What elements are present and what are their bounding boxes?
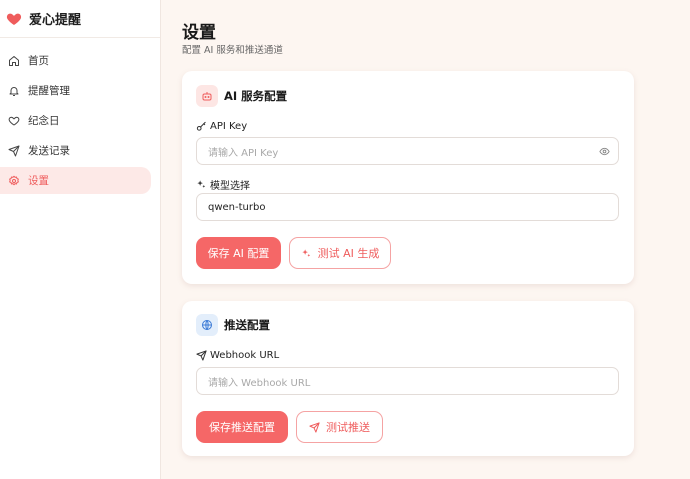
webhook-label: Webhook URL [196,350,279,361]
sparkle-icon [301,248,312,259]
sidebar-item-label: 提醒管理 [28,85,70,97]
ai-card-title: AI 服务配置 [224,89,288,103]
save-push-config-button[interactable]: 保存推送配置 [196,411,288,443]
send-icon [309,421,320,433]
sidebar-item-label: 纪念日 [28,115,60,127]
sidebar-item-reminders[interactable]: 提醒管理 [0,77,151,104]
push-card-title: 推送配置 [224,318,270,332]
test-ai-button[interactable]: 测试 AI 生成 [289,237,391,269]
eye-icon[interactable] [599,146,610,157]
page-title: 设置 [182,23,216,43]
webhook-label-text: Webhook URL [210,350,280,361]
api-key-label-text: API Key [210,121,248,132]
webhook-placeholder: 请输入 Webhook URL [208,377,311,389]
model-value: qwen-turbo [208,201,266,213]
model-select[interactable]: qwen-turbo [196,193,619,221]
heart-logo-icon [6,11,22,27]
push-config-card: 推送配置 Webhook URL 请输入 Webhook URL 保存推送配置 … [182,301,634,456]
send-icon [196,350,207,361]
ai-service-card: AI 服务配置 API Key 请输入 API Key 模型选择 qwen-tu… [182,71,634,284]
send-icon [8,145,20,157]
webhook-input[interactable]: 请输入 Webhook URL [196,367,619,395]
robot-icon [196,85,218,107]
sidebar-item-home[interactable]: 首页 [0,47,151,74]
globe-icon [196,314,218,336]
ai-card-header: AI 服务配置 [196,85,287,107]
api-key-label: API Key [196,121,247,132]
gear-icon [8,175,20,187]
sidebar-item-settings[interactable]: 设置 [0,167,151,194]
model-label: 模型选择 [196,177,250,192]
test-ai-button-label: 测试 AI 生成 [317,247,380,260]
app-name: 爱心提醒 [29,13,82,28]
sidebar-nav: 首页 提醒管理 纪念日 发送记录 设置 [0,38,160,194]
sparkle-icon [196,179,207,190]
save-ai-config-button[interactable]: 保存 AI 配置 [196,237,281,269]
sidebar-item-label: 设置 [28,175,49,187]
heart-icon [8,115,20,127]
test-push-button-label: 测试推送 [326,421,370,434]
test-push-button[interactable]: 测试推送 [296,411,383,443]
sidebar-item-label: 发送记录 [28,145,70,157]
push-card-header: 推送配置 [196,314,270,336]
model-label-text: 模型选择 [210,181,250,192]
api-key-placeholder: 请输入 API Key [208,147,279,159]
sidebar-item-anniversary[interactable]: 纪念日 [0,107,151,134]
sidebar: 爱心提醒 首页 提醒管理 纪念日 发送记录 设置 [0,0,161,479]
api-key-input[interactable]: 请输入 API Key [196,137,619,165]
key-icon [196,121,207,132]
home-icon [8,55,20,67]
brand[interactable]: 爱心提醒 [0,0,160,38]
bell-icon [8,85,20,97]
sidebar-item-send-log[interactable]: 发送记录 [0,137,151,164]
sidebar-item-label: 首页 [28,55,49,67]
page-subtitle: 配置 AI 服务和推送通道 [182,45,283,56]
